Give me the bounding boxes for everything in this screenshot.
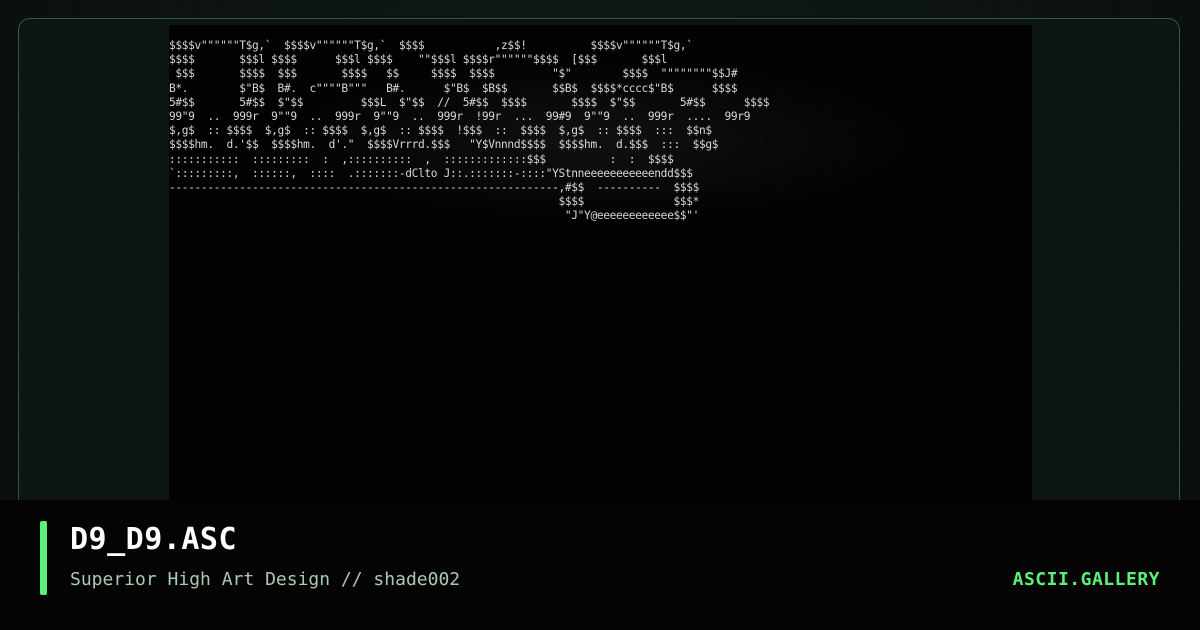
artwork-title: D9_D9.ASC <box>70 522 238 557</box>
brand-link[interactable]: ASCII.GALLERY <box>1013 569 1160 590</box>
artwork-subtitle: Superior High Art Design // shade002 <box>70 569 461 590</box>
ascii-art-panel[interactable]: $$$$v""""""T$g,` $$$$v""""""T$g,` $$$$ ,… <box>169 25 1032 505</box>
ascii-art-text: $$$$v""""""T$g,` $$$$v""""""T$g,` $$$$ ,… <box>169 39 770 223</box>
info-footer: D9_D9.ASC Superior High Art Design // sh… <box>0 500 1200 630</box>
accent-bar <box>40 521 47 595</box>
